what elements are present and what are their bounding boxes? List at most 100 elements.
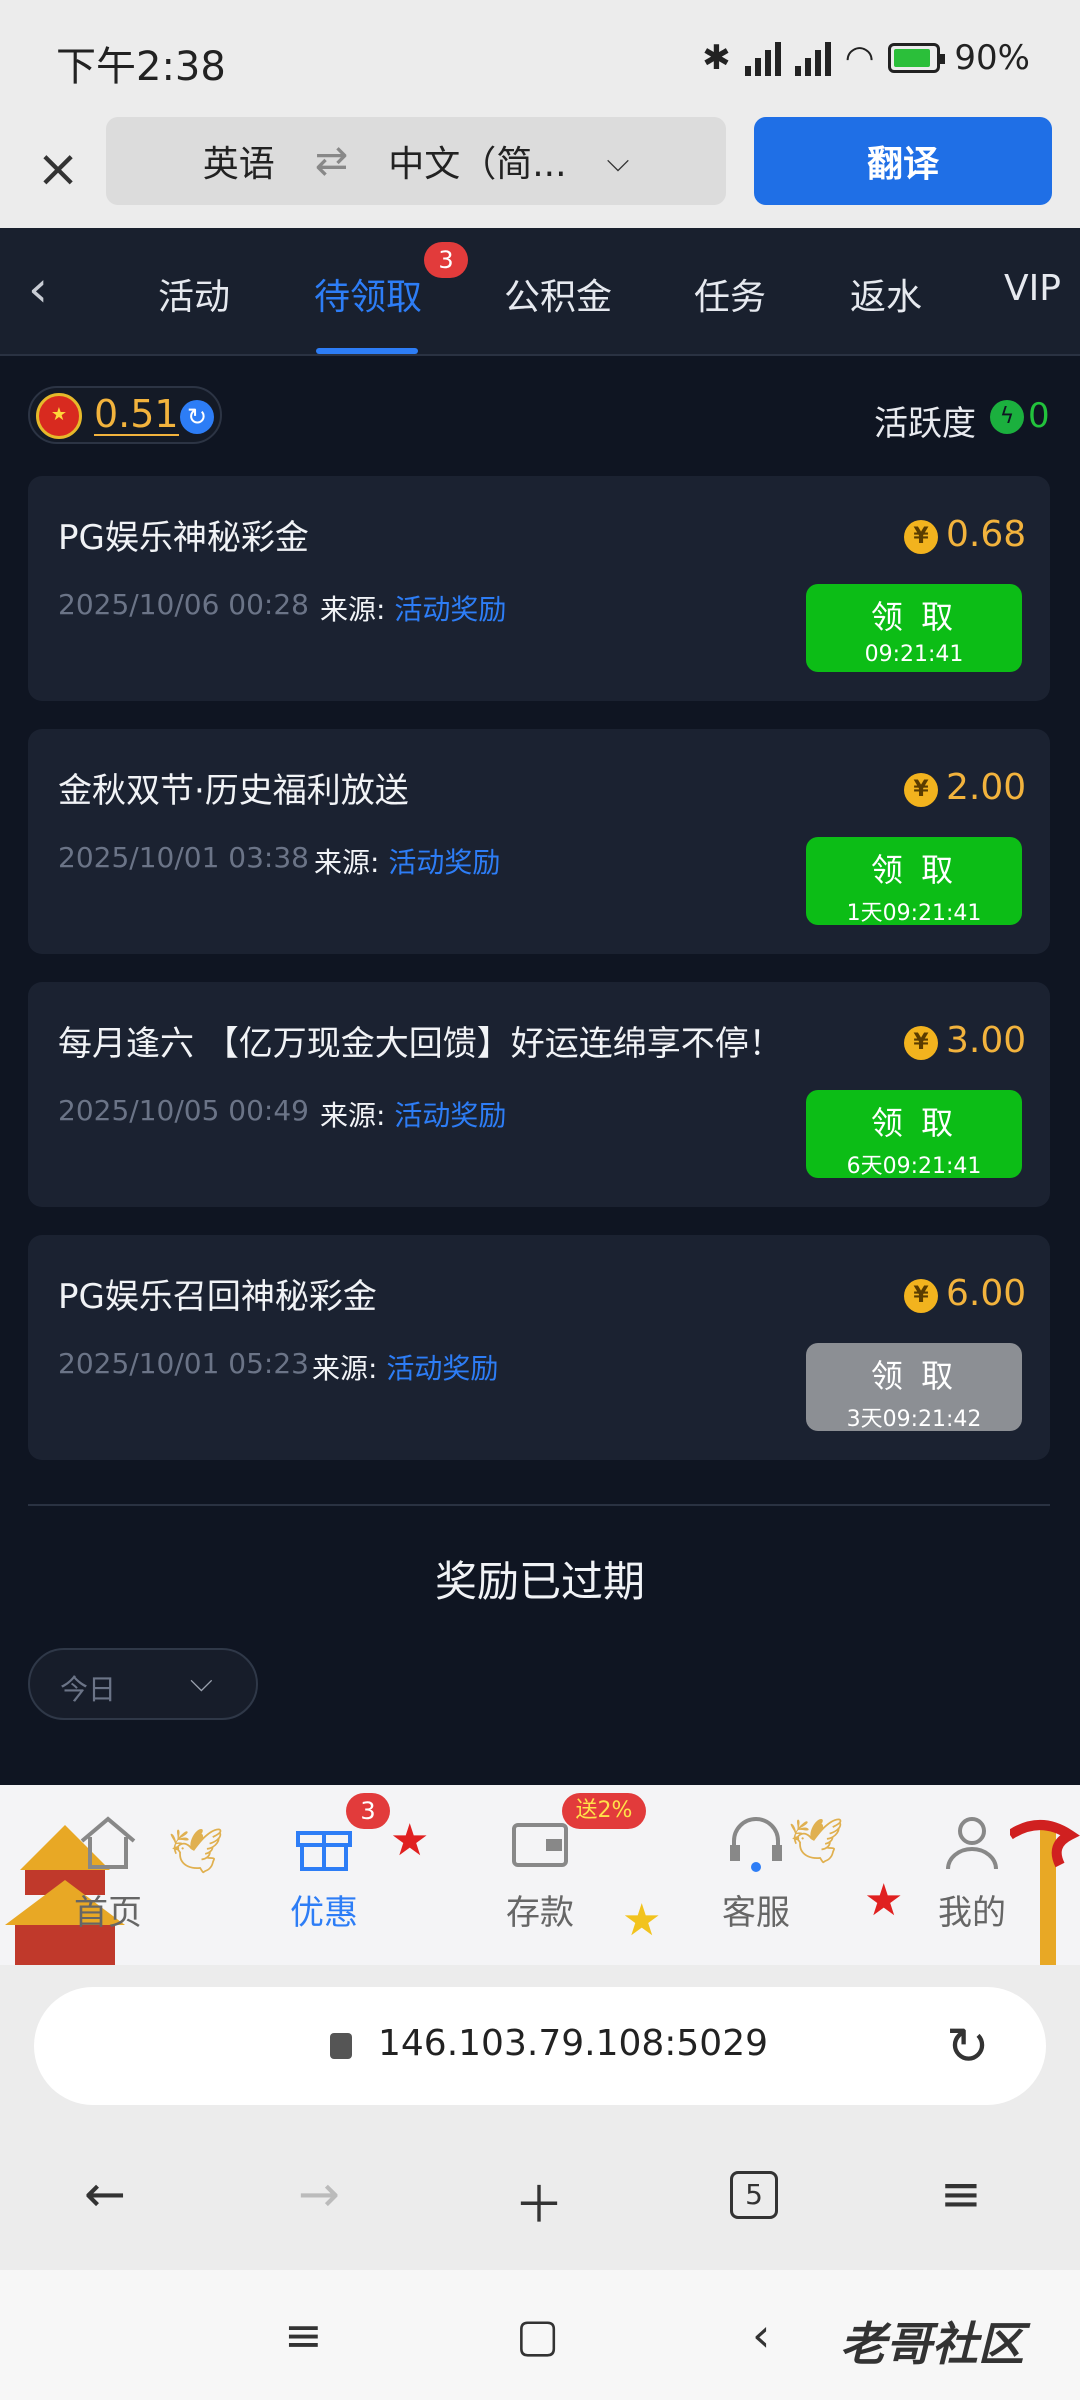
- claim-label: 领 取: [870, 598, 958, 636]
- reward-amount: 3.00: [946, 1020, 1027, 1061]
- reward-title: PG娱乐神秘彩金: [58, 518, 309, 558]
- source-label: 来源:: [320, 1099, 386, 1132]
- forward-arrow-icon[interactable]: →: [298, 2165, 340, 2223]
- user-icon: [946, 1817, 998, 1870]
- reward-title: PG娱乐召回神秘彩金: [58, 1277, 377, 1317]
- reward-amount: 2.00: [946, 767, 1027, 808]
- claim-countdown: 6天09:21:41: [846, 1154, 982, 1179]
- divider: [28, 1504, 1050, 1506]
- expired-section-title: 奖励已过期: [434, 1557, 645, 1606]
- reward-source: 来源: 活动奖励: [314, 841, 500, 881]
- signal-icon: [744, 40, 781, 76]
- chevron-down-icon: ⌵: [606, 143, 630, 179]
- date-filter-dropdown[interactable]: 今日 ⌵: [28, 1648, 258, 1720]
- reward-source: 来源: 活动奖励: [320, 588, 506, 628]
- translate-button[interactable]: 翻译: [754, 117, 1052, 205]
- reward-amount: 6.00: [946, 1273, 1027, 1314]
- reward-title: 金秋双节·历史福利放送: [58, 771, 409, 811]
- activity-label: 活跃度: [874, 404, 976, 444]
- tab-badge: 3: [424, 242, 468, 278]
- swap-icon[interactable]: ⇄: [315, 138, 349, 184]
- reward-source: 来源: 活动奖励: [312, 1347, 498, 1387]
- tab-pending[interactable]: 待领取: [314, 268, 422, 320]
- source-label: 来源:: [314, 846, 380, 879]
- menu-icon[interactable]: ≡: [940, 2165, 982, 2223]
- reward-title: 每月逢六 【亿万现金大回馈】好运连绵享不停！: [58, 1024, 783, 1064]
- status-icons: ✱ ◠ 90%: [702, 38, 1030, 78]
- dove-decoration: 🕊: [788, 1816, 844, 1867]
- date-filter-value: 今日: [60, 1673, 117, 1706]
- tab-count[interactable]: 5: [730, 2171, 778, 2219]
- wifi-icon: ◠: [844, 38, 875, 78]
- claim-countdown: 09:21:41: [864, 642, 964, 667]
- new-tab-icon[interactable]: ＋: [514, 2165, 564, 2237]
- yuan-coin-icon: ¥: [904, 1026, 938, 1060]
- reward-amount: 0.68: [946, 514, 1027, 555]
- claim-button-disabled[interactable]: 领 取 3天09:21:42: [806, 1343, 1022, 1432]
- target-language: 中文（简...: [388, 144, 567, 185]
- refresh-icon[interactable]: ↻: [180, 400, 214, 434]
- battery-icon: [888, 43, 946, 73]
- address-bar[interactable]: 146.103.79.108:5029 ↻: [34, 1987, 1046, 2105]
- source-label: 来源:: [312, 1352, 378, 1385]
- source-label: 来源:: [320, 593, 386, 626]
- claim-button[interactable]: 领 取 1天09:21:41: [806, 837, 1022, 926]
- reward-date: 2025/10/01 05:23: [58, 1347, 309, 1380]
- watermark-logo: 老哥社区: [840, 2317, 1024, 2371]
- yuan-coin-icon: ¥: [904, 1279, 938, 1313]
- china-flag-icon: ★: [36, 393, 82, 439]
- reward-source: 来源: 活动奖励: [320, 1094, 506, 1134]
- lightning-icon: ϟ: [990, 400, 1024, 434]
- star-decoration: ★: [390, 1815, 430, 1866]
- chevron-down-icon: ⌵: [190, 1664, 213, 1699]
- status-bar: 下午2:38 ✱ ◠ 90%: [0, 0, 1080, 115]
- nav-label: 首页: [74, 1893, 142, 1933]
- claim-button[interactable]: 领 取 09:21:41: [806, 584, 1022, 672]
- wallet-icon: [512, 1823, 568, 1867]
- source-link[interactable]: 活动奖励: [386, 1352, 498, 1385]
- claim-label: 领 取: [870, 851, 958, 889]
- home-icon: [80, 1816, 136, 1869]
- back-icon[interactable]: ‹: [28, 260, 48, 318]
- bottom-nav: 首页 🕊 优惠 3 ★ 存款 送2% ★ 客服 🕊 ★ 我的: [0, 1785, 1080, 1965]
- tab-tasks[interactable]: 任务: [694, 268, 766, 320]
- reward-card: PG娱乐神秘彩金 ¥ 0.68 2025/10/06 00:28 来源: 活动奖…: [28, 476, 1050, 701]
- recents-icon[interactable]: ≡: [284, 2308, 323, 2362]
- status-time: 下午2:38: [56, 44, 226, 90]
- pillar-decoration: [1007, 1805, 1080, 1965]
- tab-indicator: [316, 348, 418, 354]
- source-link[interactable]: 活动奖励: [388, 846, 500, 879]
- claim-button[interactable]: 领 取 6天09:21:41: [806, 1090, 1022, 1179]
- reward-date: 2025/10/01 03:38: [58, 841, 309, 874]
- promo-badge: 3: [346, 1793, 390, 1829]
- balance-pill[interactable]: ★ 0.51 ↻: [28, 386, 222, 444]
- reward-date: 2025/10/06 00:28: [58, 588, 309, 621]
- lock-icon: [330, 2033, 352, 2059]
- language-selector[interactable]: 英语 ⇄ 中文（简... ⌵: [106, 117, 726, 205]
- reload-icon[interactable]: ↻: [946, 2017, 990, 2077]
- claim-countdown: 1天09:21:41: [846, 901, 982, 926]
- tab-activity[interactable]: 活动: [158, 268, 230, 320]
- yuan-coin-icon: ¥: [904, 520, 938, 554]
- close-icon[interactable]: ×: [28, 139, 88, 199]
- nav-support[interactable]: 客服: [648, 1785, 864, 1965]
- category-tabs: ‹ 活动 待领取 3 公积金 任务 返水 VIP: [0, 228, 1080, 356]
- source-link[interactable]: 活动奖励: [394, 593, 506, 626]
- browser-toolbar: 146.103.79.108:5029 ↻ ← → ＋ 5 ≡: [0, 1965, 1080, 2270]
- system-nav: ≡ ▢ ‹ 老哥社区: [0, 2270, 1080, 2400]
- nav-label: 存款: [506, 1893, 574, 1933]
- source-link[interactable]: 活动奖励: [394, 1099, 506, 1132]
- signal-icon-2: [794, 40, 831, 76]
- nav-promotions[interactable]: 优惠: [216, 1785, 432, 1965]
- url-text: 146.103.79.108:5029: [378, 2023, 769, 2064]
- tab-vip[interactable]: VIP: [1004, 268, 1061, 309]
- balance-value: 0.51: [94, 392, 179, 436]
- tab-fund[interactable]: 公积金: [504, 268, 612, 320]
- back-arrow-icon[interactable]: ←: [84, 2165, 126, 2223]
- tab-rebate[interactable]: 返水: [850, 268, 922, 320]
- back-triangle-icon[interactable]: ‹: [752, 2308, 770, 2362]
- reward-date: 2025/10/05 00:49: [58, 1094, 309, 1127]
- home-square-icon[interactable]: ▢: [516, 2308, 559, 2362]
- nav-label: 客服: [722, 1893, 790, 1933]
- reward-card: PG娱乐召回神秘彩金 ¥ 6.00 2025/10/01 05:23 来源: 活…: [28, 1235, 1050, 1460]
